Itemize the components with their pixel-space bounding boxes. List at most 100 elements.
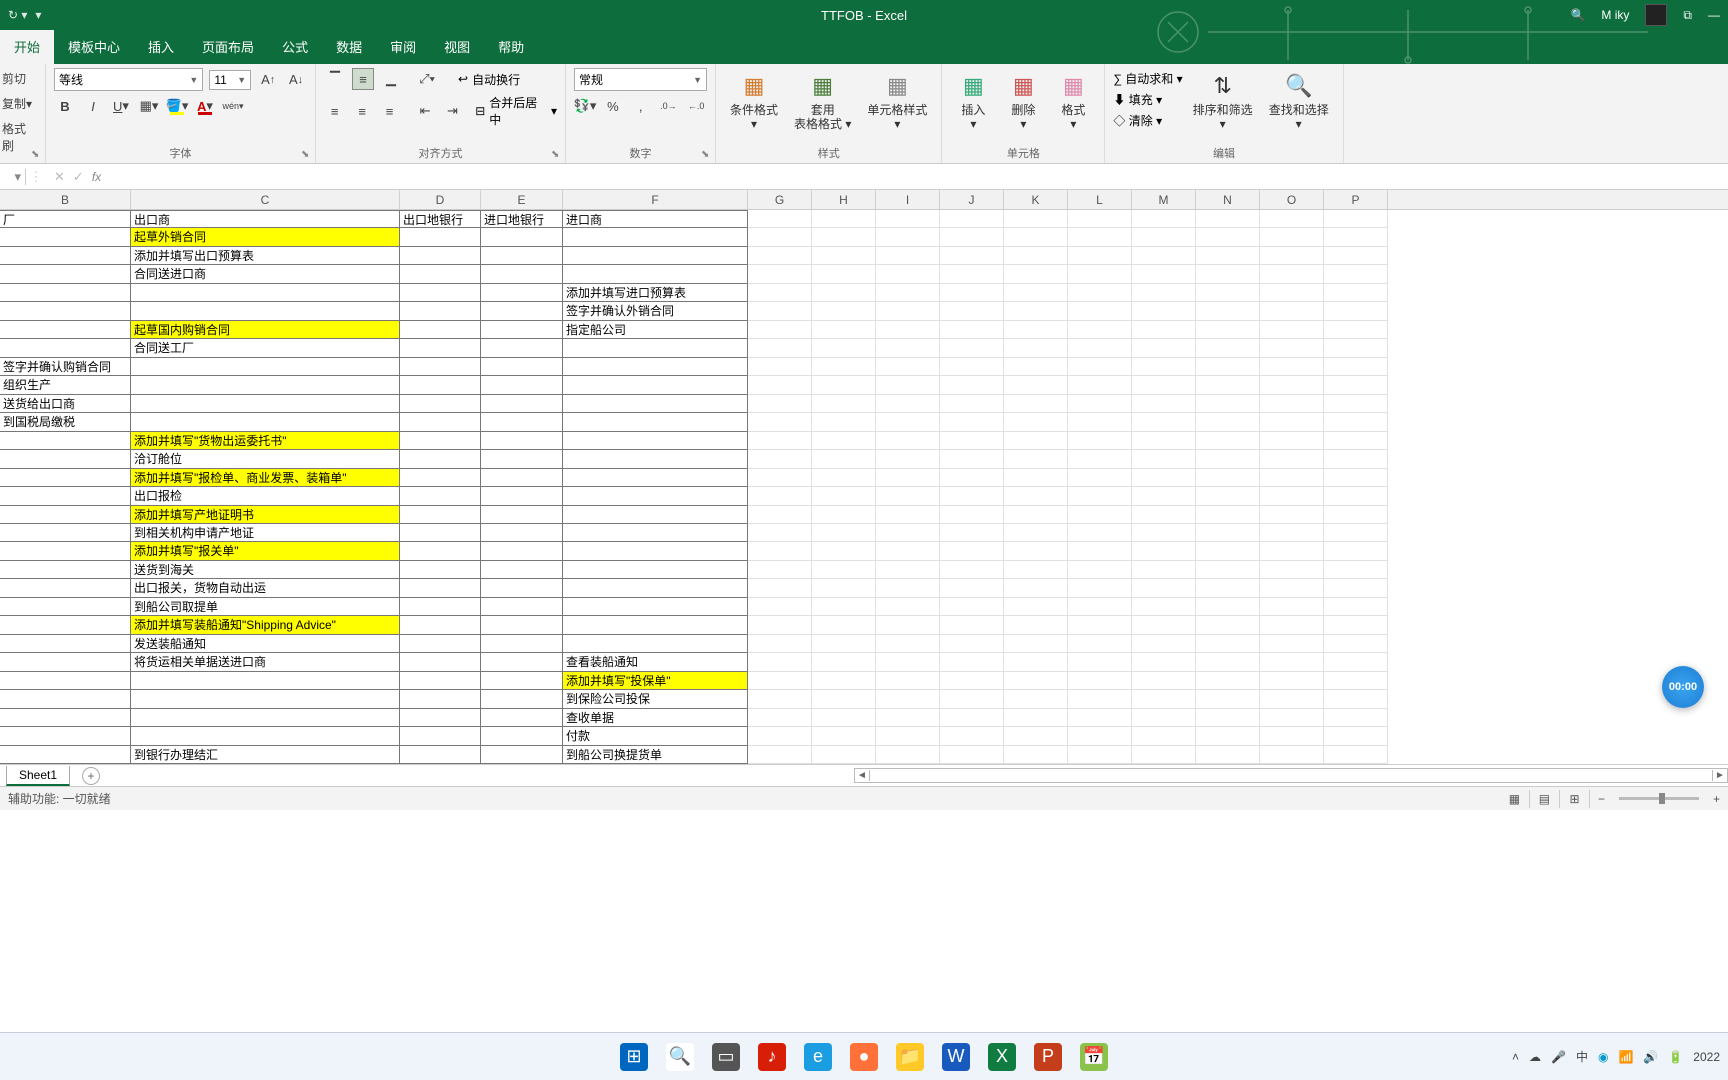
cell[interactable] bbox=[1004, 469, 1068, 487]
zoom-slider[interactable] bbox=[1619, 797, 1699, 800]
cell[interactable] bbox=[1196, 579, 1260, 597]
cell[interactable] bbox=[481, 727, 563, 745]
cell[interactable] bbox=[1196, 598, 1260, 616]
cell[interactable] bbox=[812, 524, 876, 542]
cell[interactable] bbox=[1324, 746, 1388, 764]
cell[interactable] bbox=[1324, 450, 1388, 468]
cell[interactable] bbox=[1324, 413, 1388, 431]
cell[interactable] bbox=[563, 432, 748, 450]
cell[interactable] bbox=[1132, 746, 1196, 764]
cell[interactable] bbox=[812, 709, 876, 727]
cell[interactable]: 添加并填写出口预算表 bbox=[131, 247, 400, 265]
cell[interactable] bbox=[481, 339, 563, 357]
tray-battery-icon[interactable]: 🔋 bbox=[1668, 1050, 1683, 1064]
cell[interactable] bbox=[748, 561, 812, 579]
cell[interactable]: 起草外销合同 bbox=[131, 228, 400, 246]
cell[interactable] bbox=[748, 690, 812, 708]
orientation-icon[interactable]: ⤢▾ bbox=[416, 68, 438, 90]
cell[interactable] bbox=[812, 672, 876, 690]
cell[interactable] bbox=[481, 487, 563, 505]
cell[interactable] bbox=[1260, 727, 1324, 745]
cell[interactable] bbox=[400, 524, 481, 542]
cell[interactable] bbox=[481, 358, 563, 376]
cell[interactable] bbox=[748, 228, 812, 246]
cell[interactable] bbox=[1068, 579, 1132, 597]
cell[interactable] bbox=[1068, 432, 1132, 450]
cell[interactable] bbox=[1324, 690, 1388, 708]
percent-format-icon[interactable]: % bbox=[602, 95, 624, 117]
cell[interactable] bbox=[876, 653, 940, 671]
fill-color-button[interactable]: 🪣▾ bbox=[166, 95, 188, 117]
cell[interactable] bbox=[0, 432, 131, 450]
cell[interactable] bbox=[481, 653, 563, 671]
cell[interactable] bbox=[876, 746, 940, 764]
cell[interactable] bbox=[563, 524, 748, 542]
cell[interactable] bbox=[1324, 487, 1388, 505]
cell[interactable] bbox=[481, 265, 563, 283]
cell[interactable]: 到保险公司投保 bbox=[563, 690, 748, 708]
tab-data[interactable]: 数据 bbox=[322, 29, 376, 64]
cell[interactable] bbox=[1324, 598, 1388, 616]
cell[interactable] bbox=[1324, 210, 1388, 228]
cell[interactable] bbox=[1260, 376, 1324, 394]
cell[interactable] bbox=[1068, 727, 1132, 745]
decrease-decimal-icon[interactable]: ←.0 bbox=[685, 95, 707, 117]
cell[interactable] bbox=[1260, 321, 1324, 339]
col-header-M[interactable]: M bbox=[1132, 190, 1196, 209]
cell[interactable] bbox=[481, 284, 563, 302]
cell[interactable] bbox=[1004, 265, 1068, 283]
cell[interactable] bbox=[1068, 339, 1132, 357]
cell[interactable] bbox=[1260, 598, 1324, 616]
cell[interactable] bbox=[1004, 579, 1068, 597]
cell[interactable]: 到相关机构申请产地证 bbox=[131, 524, 400, 542]
increase-decimal-icon[interactable]: .0→ bbox=[658, 95, 680, 117]
cell[interactable] bbox=[1196, 432, 1260, 450]
cell[interactable] bbox=[1324, 395, 1388, 413]
cell[interactable] bbox=[400, 690, 481, 708]
cell[interactable] bbox=[1068, 709, 1132, 727]
cell[interactable] bbox=[940, 672, 1004, 690]
cell[interactable] bbox=[400, 395, 481, 413]
cell[interactable]: 到船公司取提单 bbox=[131, 598, 400, 616]
cell[interactable] bbox=[0, 265, 131, 283]
cell[interactable] bbox=[1324, 432, 1388, 450]
cell[interactable] bbox=[812, 302, 876, 320]
cell[interactable] bbox=[1004, 339, 1068, 357]
cell[interactable] bbox=[940, 469, 1004, 487]
cell[interactable] bbox=[1068, 561, 1132, 579]
add-sheet-button[interactable]: + bbox=[82, 767, 100, 785]
cell[interactable] bbox=[400, 228, 481, 246]
cell[interactable] bbox=[876, 376, 940, 394]
cell[interactable] bbox=[940, 746, 1004, 764]
cell[interactable]: 付款 bbox=[563, 727, 748, 745]
cell[interactable] bbox=[1132, 321, 1196, 339]
cell[interactable] bbox=[400, 450, 481, 468]
tray-chevron-icon[interactable]: ˄ bbox=[1512, 1050, 1519, 1064]
cell[interactable] bbox=[748, 746, 812, 764]
taskbar-explorer-icon[interactable]: 📁 bbox=[890, 1037, 930, 1077]
conditional-format-button[interactable]: ▦条件格式▾ bbox=[724, 68, 784, 143]
qat-dropdown-icon[interactable]: ▾ bbox=[35, 8, 41, 22]
cell[interactable] bbox=[1196, 653, 1260, 671]
align-middle-icon[interactable]: ≡ bbox=[352, 68, 374, 90]
cell[interactable] bbox=[812, 487, 876, 505]
cell[interactable] bbox=[1260, 616, 1324, 634]
cell[interactable] bbox=[876, 616, 940, 634]
cell[interactable] bbox=[876, 432, 940, 450]
cell[interactable] bbox=[876, 413, 940, 431]
username[interactable]: M iky bbox=[1601, 8, 1629, 22]
cell[interactable] bbox=[131, 672, 400, 690]
cell[interactable] bbox=[1004, 358, 1068, 376]
cell[interactable] bbox=[1132, 524, 1196, 542]
sheet-area[interactable]: BCDEFGHIJKLMNOP 厂出口商出口地银行进口地银行进口商起草外销合同添… bbox=[0, 190, 1728, 764]
cell[interactable] bbox=[748, 358, 812, 376]
taskbar-start-icon[interactable]: ⊞ bbox=[614, 1037, 654, 1077]
cell[interactable] bbox=[748, 265, 812, 283]
cell[interactable] bbox=[812, 376, 876, 394]
fx-icon[interactable]: fx bbox=[92, 170, 101, 184]
cell[interactable] bbox=[481, 450, 563, 468]
tray-volume-icon[interactable]: 🔊 bbox=[1643, 1050, 1658, 1064]
cell[interactable] bbox=[1004, 450, 1068, 468]
tab-view[interactable]: 视图 bbox=[430, 29, 484, 64]
cell[interactable] bbox=[876, 672, 940, 690]
